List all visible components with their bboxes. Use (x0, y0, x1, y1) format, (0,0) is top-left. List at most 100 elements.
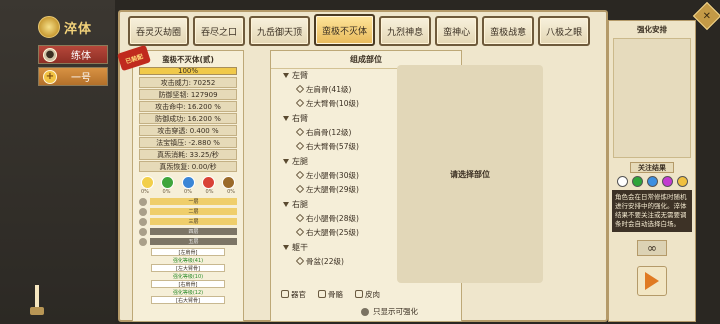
sidebar-item-yihao[interactable]: + 一号 (38, 67, 108, 86)
select-area: 请选择部位 (397, 65, 543, 283)
sidebar-item-label: 练体 (71, 51, 91, 62)
focus-color-option[interactable] (661, 176, 673, 187)
tab-1[interactable]: 吞尽之口 (193, 16, 246, 46)
body-card: 已装配 蛮极不灭体(贰) 100% 攻击威力: 70252 防御坚韧: 127909 攻… (116, 44, 244, 322)
tree-group[interactable]: 右臂 (283, 112, 393, 125)
tree-leaf[interactable]: 右大腿骨(25级) (295, 225, 393, 239)
stats-list: 攻击威力: 70252 防御坚韧: 127909 攻击命中: 16.200 % 防御成功: 1… (133, 77, 243, 172)
stat-row: 真炁恢复: 0.00/秒 (139, 161, 237, 172)
tree-leaf[interactable]: 左大腿骨(29级) (295, 182, 393, 196)
tree-group[interactable]: 躯干 (283, 241, 393, 254)
bone-icon (295, 213, 305, 223)
tree-leaf[interactable]: 右小腿骨(28级) (295, 211, 393, 225)
tab-2[interactable]: 九岳御天顶 (249, 16, 311, 46)
organ-icon (281, 290, 289, 298)
tree-group[interactable]: 左腿 (283, 155, 393, 168)
tab-4[interactable]: 九烈神息 (379, 16, 432, 46)
water-element-icon (181, 176, 195, 189)
chevron-down-icon (283, 202, 289, 207)
filter-bone[interactable]: 骨骼 (318, 289, 343, 300)
category-filters: 器官 骨骼 皮肉 (271, 287, 461, 301)
part-level: 强化等级(41) (172, 258, 204, 264)
element-value: 0% (141, 189, 149, 195)
part-level: 强化等级(10) (172, 274, 204, 280)
bone-icon (295, 98, 305, 108)
close-button[interactable]: ✕ (692, 1, 720, 31)
tree-leaf[interactable]: 左小腿骨(30级) (295, 168, 393, 182)
part-level: 强化等级(12) (172, 290, 204, 296)
tree-leaf[interactable]: 左大臂骨(10级) (295, 96, 393, 110)
layer-slot[interactable]: 四层 (139, 227, 237, 236)
sidebar-item-label: 一号 (71, 73, 91, 84)
element-value: 0% (162, 189, 171, 195)
start-button[interactable] (637, 266, 667, 296)
tree-leaf[interactable]: 骨盆(22级) (295, 254, 393, 268)
focus-color-option[interactable] (676, 176, 688, 187)
plan-panel: 强化安排 关注结果 角色会在日常修炼时随机进行安排中的强化。淬体结果不要关注或无… (608, 20, 696, 322)
chevron-down-icon (283, 73, 289, 78)
stat-row: 法宝镇压: -2.880 % (139, 137, 237, 148)
tree-leaf[interactable]: 左肩骨(41级) (295, 82, 393, 96)
stat-row: 真炁消耗: 33.25/秒 (139, 149, 237, 160)
part-label[interactable]: [左大臂骨] (151, 264, 225, 272)
parts-tree: 左臂 左肩骨(41级) 左大臂骨(10级) 右臂 右肩骨(12级) 右大臂骨(57级) 左腿… (283, 67, 393, 268)
close-icon: ✕ (702, 10, 712, 22)
tab-bar: 吞灵灭劫圈 吞尽之口 九岳御天顶 蛮极不灭体 九烈神息 蛮神心 蛮极战意 八极之眼 (128, 14, 591, 48)
focus-color-option[interactable] (631, 176, 643, 187)
bone-icon (295, 141, 305, 151)
fire-element-icon (201, 176, 215, 189)
parts-panel: 组成部位 左臂 左肩骨(41级) 左大臂骨(10级) 右臂 右肩骨(12级) 右大臂骨(5… (270, 50, 543, 322)
layer-slot[interactable]: 三层 (139, 217, 237, 226)
tab-5[interactable]: 蛮神心 (435, 16, 479, 46)
sidebar-header: 淬体 (38, 16, 92, 38)
only-show-toggle[interactable]: 只显示可强化 (361, 306, 418, 317)
tab-0[interactable]: 吞灵灭劫圈 (128, 16, 190, 46)
focus-colors (609, 176, 695, 187)
stat-row: 防御坚韧: 127909 (139, 89, 237, 100)
sidebar-item-lianti[interactable]: ● 练体 (38, 45, 108, 64)
focus-color-option[interactable] (646, 176, 658, 187)
earth-element-icon (222, 176, 235, 189)
element-value: 0% (184, 189, 192, 195)
layer-slot[interactable]: 二层 (139, 207, 237, 216)
emblem-icon (38, 16, 60, 38)
left-sidebar: 淬体 ● 练体 + 一号 (0, 0, 115, 324)
select-placeholder: 请选择部位 (450, 169, 490, 179)
tab-7[interactable]: 八极之眼 (538, 16, 591, 46)
wood-element-icon (161, 176, 175, 189)
play-icon (645, 272, 659, 290)
chevron-down-icon (283, 116, 289, 121)
parts-list: [左肩骨] 强化等级(41) [左大臂骨] 强化等级(10) [右肩骨] 强化等级(12)… (133, 248, 243, 304)
bone-icon (318, 290, 326, 298)
part-label[interactable]: [左肩骨] (151, 248, 225, 256)
chevron-down-icon (283, 245, 289, 250)
plan-title: 强化安排 (637, 25, 667, 34)
bone-icon (295, 170, 305, 180)
tree-leaf[interactable]: 右大臂骨(57级) (295, 139, 393, 153)
part-label[interactable]: [右肩骨] (151, 280, 225, 288)
chevron-down-icon (283, 159, 289, 164)
filter-flesh[interactable]: 皮肉 (355, 289, 380, 300)
filter-organ[interactable]: 器官 (281, 289, 306, 300)
tree-leaf[interactable]: 右肩骨(12级) (295, 125, 393, 139)
tree-group[interactable]: 左臂 (283, 69, 393, 82)
focus-color-option[interactable] (616, 176, 628, 187)
layer-slot[interactable]: 一层 (139, 197, 237, 206)
tree-group[interactable]: 右腿 (283, 198, 393, 211)
tab-6[interactable]: 蛮极战意 (482, 16, 535, 46)
infinity-button[interactable]: ∞ (637, 240, 667, 256)
stat-row: 攻击命中: 16.200 % (139, 101, 237, 112)
layer-slot[interactable]: 五层 (139, 237, 237, 246)
bone-icon (295, 127, 305, 137)
plan-description: 角色会在日常修炼时随机进行安排中的强化。淬体结果不要关注或无需要调条时会自动选择… (612, 190, 692, 232)
candle-icon (30, 285, 44, 317)
stat-row: 攻击穿透: 0.400 % (139, 125, 237, 136)
metal-element-icon (141, 176, 154, 189)
stat-row: 攻击威力: 70252 (139, 77, 237, 88)
element-values: 0% 0% 0% 0% 0% (141, 189, 235, 195)
part-label[interactable]: [右大臂骨] (151, 296, 225, 304)
tab-3[interactable]: 蛮极不灭体 (314, 14, 376, 46)
sidebar-title: 淬体 (64, 21, 93, 37)
bone-icon (295, 84, 305, 94)
main-panel: 吞灵灭劫圈 吞尽之口 九岳御天顶 蛮极不灭体 九烈神息 蛮神心 蛮极战意 八极之眼 已装配 蛮… (116, 10, 608, 322)
